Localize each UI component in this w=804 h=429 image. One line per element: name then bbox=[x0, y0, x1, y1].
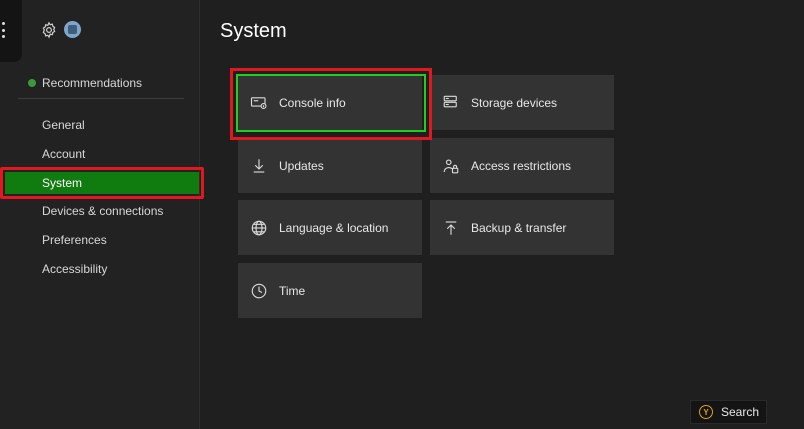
tile-access-restrictions[interactable]: Access restrictions bbox=[430, 138, 614, 193]
tile-updates[interactable]: Updates bbox=[238, 138, 422, 193]
tile-backup-transfer[interactable]: Backup & transfer bbox=[430, 200, 614, 255]
sidebar-item-account[interactable]: Account bbox=[42, 145, 85, 163]
sidebar-item-accessibility[interactable]: Accessibility bbox=[42, 260, 107, 278]
y-button-icon: Y bbox=[699, 405, 713, 419]
upload-icon bbox=[445, 220, 457, 235]
focus-ring bbox=[236, 74, 426, 132]
sidebar-item-devices[interactable]: Devices & connections bbox=[42, 202, 163, 220]
guide-tab[interactable] bbox=[0, 0, 22, 62]
page-title: System bbox=[220, 20, 287, 42]
more-dots-icon bbox=[0, 22, 6, 38]
search-label: Search bbox=[721, 405, 760, 419]
divider bbox=[18, 98, 184, 99]
recommendations-label: Recommendations bbox=[42, 76, 143, 90]
tile-label: Storage devices bbox=[471, 95, 558, 110]
sidebar-item-preferences[interactable]: Preferences bbox=[42, 231, 107, 249]
avatar[interactable] bbox=[64, 21, 81, 38]
storage-icon bbox=[443, 95, 457, 107]
sidebar: Recommendations General Account Devices … bbox=[0, 0, 200, 429]
download-icon bbox=[253, 158, 265, 173]
tile-label: Backup & transfer bbox=[471, 220, 567, 235]
tile-label: Language & location bbox=[279, 220, 389, 235]
tile-label: Access restrictions bbox=[471, 158, 572, 173]
access-restrictions-icon bbox=[443, 158, 459, 173]
selection-highlight bbox=[0, 167, 204, 199]
clock-icon bbox=[251, 283, 267, 298]
search-button[interactable]: Y Search bbox=[690, 400, 767, 424]
tile-label: Updates bbox=[279, 158, 324, 173]
tile-language-location[interactable]: Language & location bbox=[238, 200, 422, 255]
globe-icon bbox=[251, 220, 267, 235]
tile-time[interactable]: Time bbox=[238, 263, 422, 318]
tile-storage-devices[interactable]: Storage devices bbox=[430, 75, 614, 130]
tile-label: Time bbox=[279, 283, 306, 298]
status-dot-icon bbox=[28, 79, 36, 87]
sidebar-item-general[interactable]: General bbox=[42, 116, 85, 134]
recommendations-item[interactable]: Recommendations bbox=[28, 75, 142, 91]
gear-icon[interactable] bbox=[40, 21, 58, 39]
